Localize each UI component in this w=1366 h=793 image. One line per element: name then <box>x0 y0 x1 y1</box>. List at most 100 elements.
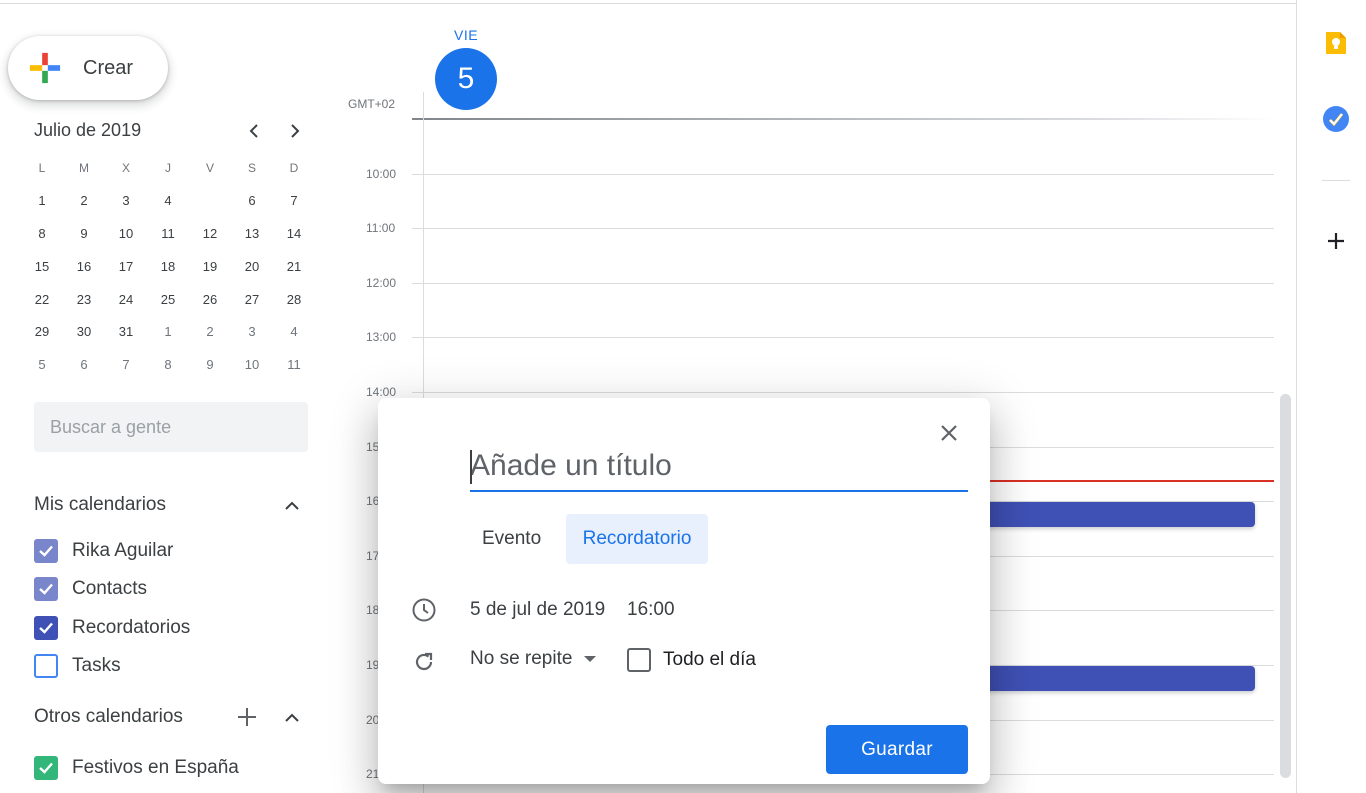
checkbox-checked-icon <box>34 615 58 640</box>
mini-calendar-day[interactable]: 21 <box>273 251 315 283</box>
search-people-input[interactable] <box>34 402 308 452</box>
mini-calendar-day[interactable]: 31 <box>105 316 147 348</box>
create-button[interactable]: Crear <box>8 36 168 100</box>
keep-icon[interactable] <box>1322 29 1350 57</box>
day-number-label: 10 <box>244 357 260 373</box>
mini-calendar-day[interactable]: 11 <box>147 218 189 250</box>
day-number-label: 1 <box>164 324 172 340</box>
prev-month-button[interactable] <box>242 118 266 144</box>
mini-calendar-day[interactable]: 27 <box>231 284 273 316</box>
day-number-label: 11 <box>161 225 175 241</box>
title-input[interactable] <box>470 442 968 492</box>
grid-scrollbar[interactable] <box>1280 394 1291 778</box>
tasks-icon[interactable] <box>1322 105 1350 133</box>
mini-calendar-day[interactable]: 13 <box>231 218 273 250</box>
mini-calendar-day[interactable]: 3 <box>105 185 147 217</box>
event-block[interactable] <box>984 666 1255 691</box>
hour-gridline <box>412 282 1274 284</box>
add-icon[interactable] <box>1322 227 1350 255</box>
mini-calendar-day[interactable]: 7 <box>105 349 147 381</box>
mini-calendar-day[interactable]: 26 <box>189 284 231 316</box>
day-number-label: 3 <box>248 324 256 340</box>
repeat-icon <box>410 648 438 676</box>
mini-calendar-day[interactable]: 1 <box>147 316 189 348</box>
mini-calendar-day[interactable]: 6 <box>231 185 273 217</box>
calendar-item[interactable]: Recordatorios <box>34 612 190 644</box>
day-number[interactable]: 5 <box>435 48 497 110</box>
day-number-label: 2 <box>80 193 88 209</box>
mini-calendar-day[interactable]: 25 <box>147 284 189 316</box>
repeat-value: No se repite <box>470 648 573 669</box>
plus-icon <box>29 52 61 84</box>
calendar-item[interactable]: Contacts <box>34 573 147 605</box>
mini-calendar-day[interactable]: 30 <box>63 316 105 348</box>
all-day-checkbox[interactable]: Todo el día <box>627 648 756 672</box>
mini-calendar-day[interactable]: 11 <box>273 349 315 381</box>
mini-calendar-day-today[interactable]: 5 <box>189 185 231 218</box>
day-number-label: 23 <box>76 291 92 307</box>
mini-calendar-day[interactable]: 4 <box>273 316 315 348</box>
mini-calendar-day[interactable]: 5 <box>21 349 63 381</box>
tab-reminder[interactable]: Recordatorio <box>566 514 708 564</box>
mini-calendar-day[interactable]: 18 <box>147 251 189 283</box>
mini-calendar-day[interactable]: 6 <box>63 349 105 381</box>
event-block[interactable] <box>984 502 1255 527</box>
mini-calendar-day[interactable]: 4 <box>147 185 189 217</box>
mini-calendar-day[interactable]: 8 <box>147 349 189 381</box>
mini-calendar-day[interactable]: 28 <box>273 284 315 316</box>
calendar-item[interactable]: Rika Aguilar <box>34 535 173 567</box>
mini-calendar-day[interactable]: 9 <box>63 218 105 250</box>
day-number-label: 12 <box>202 225 218 241</box>
day-number-label: 4 <box>164 193 172 209</box>
save-button[interactable]: Guardar <box>826 725 968 774</box>
repeat-dropdown[interactable]: No se repite <box>470 648 597 670</box>
mini-calendar-day[interactable]: 16 <box>63 251 105 283</box>
mini-calendar-day[interactable]: 23 <box>63 284 105 316</box>
date-field[interactable]: 5 de jul de 2019 <box>470 599 605 621</box>
mini-calendar-day[interactable]: 15 <box>21 251 63 283</box>
weekday-label: V <box>205 161 214 176</box>
calendar-label: Contacts <box>72 578 147 600</box>
add-calendar-button[interactable] <box>235 705 259 729</box>
grid-top-edge <box>412 118 1274 120</box>
mini-calendar-week: 8 9 10 11 12 13 14 <box>21 218 315 251</box>
collapse-other-calendars-button[interactable] <box>280 706 304 730</box>
day-name: VIE <box>454 27 479 43</box>
mini-calendar-day[interactable]: 17 <box>105 251 147 283</box>
calendar-item[interactable]: Festivos en España <box>34 752 239 784</box>
checkbox-checked-icon <box>34 756 58 780</box>
mini-calendar-day[interactable]: 20 <box>231 251 273 283</box>
day-number-label: 11 <box>287 357 301 373</box>
calendar-label: Tasks <box>72 654 121 676</box>
collapse-my-calendars-button[interactable] <box>280 494 304 518</box>
mini-calendar-day[interactable]: 24 <box>105 284 147 316</box>
calendar-item[interactable]: Tasks <box>34 650 121 682</box>
mini-calendar-day[interactable]: 9 <box>189 349 231 381</box>
next-month-button[interactable] <box>283 118 307 144</box>
hour-gridline <box>412 391 1274 393</box>
mini-calendar-day[interactable]: 2 <box>189 316 231 348</box>
day-number-label: 4 <box>290 324 298 340</box>
mini-calendar-week: 29 30 31 1 2 3 4 <box>21 316 315 349</box>
hour-label: 10:00 <box>366 166 397 181</box>
checkbox-checked-icon <box>34 539 58 563</box>
mini-calendar-day[interactable]: 12 <box>189 218 231 250</box>
mini-calendar-day[interactable]: 19 <box>189 251 231 283</box>
mini-calendar-day[interactable]: 10 <box>105 218 147 250</box>
time-field[interactable]: 16:00 <box>627 599 675 621</box>
mini-calendar-day[interactable]: 3 <box>231 316 273 348</box>
checkbox-icon <box>627 648 651 672</box>
mini-calendar-day[interactable]: 1 <box>21 185 63 217</box>
mini-calendar-day[interactable]: 22 <box>21 284 63 316</box>
mini-calendar-day[interactable]: 2 <box>63 185 105 217</box>
tab-event[interactable]: Evento <box>470 514 553 564</box>
top-divider <box>0 3 1296 4</box>
mini-calendar-week: 5 6 7 8 9 10 11 <box>21 349 315 382</box>
mini-calendar-day[interactable]: 14 <box>273 218 315 250</box>
weekday-label: M <box>79 161 89 176</box>
day-number-label: 26 <box>202 291 218 307</box>
mini-calendar-day[interactable]: 8 <box>21 218 63 250</box>
mini-calendar-day[interactable]: 7 <box>273 185 315 217</box>
mini-calendar-day[interactable]: 10 <box>231 349 273 381</box>
mini-calendar-day[interactable]: 29 <box>21 316 63 348</box>
